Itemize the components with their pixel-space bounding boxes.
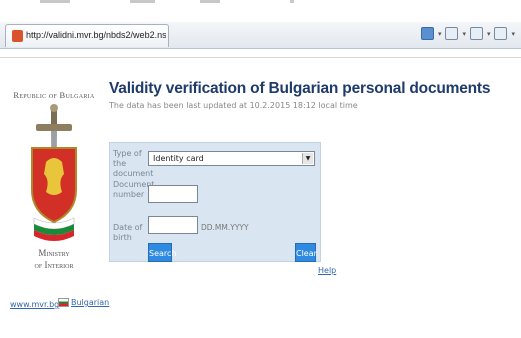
republic-label: Republic of Bulgaria (13, 90, 95, 100)
print-icon[interactable] (494, 27, 508, 40)
coat-of-arms-icon (31, 104, 77, 241)
dob-format-hint: DD.MM.YYYY (201, 223, 249, 232)
menu-fragment (200, 0, 220, 3)
dropdown-arrow-icon[interactable]: ▾ (487, 30, 491, 38)
browser-tab[interactable]: http://validni.mvr.bg/nbds2/web2.nsf/fEn… (5, 24, 169, 47)
doc-type-value: Identity card (153, 154, 204, 163)
language-switch[interactable]: Bulgarian (58, 298, 109, 307)
language-label: Bulgarian (71, 298, 110, 307)
search-button[interactable]: Search (148, 243, 176, 262)
divider (0, 57, 521, 58)
dob-input[interactable] (148, 216, 198, 234)
ministry-line-1: Ministry (38, 248, 70, 258)
mail-icon[interactable] (469, 27, 483, 40)
doc-type-select[interactable]: Identity card ▼ (148, 151, 315, 166)
bulgarian-flag-icon (58, 298, 69, 307)
menu-fragment (290, 0, 294, 3)
dropdown-arrow-icon[interactable]: ▾ (511, 30, 515, 38)
verification-form: Type of the document Identity card ▼ Doc… (109, 142, 321, 262)
menu-fragment (40, 0, 70, 3)
home-icon[interactable] (420, 27, 434, 40)
browser-command-bar: ▾ ▾ ▾ ▾ (420, 27, 515, 40)
tab-title: http://validni.mvr.bg/nbds2/web2.nsf/fEn… (26, 30, 166, 40)
doc-number-label: Document number (113, 180, 155, 199)
chevron-down-icon[interactable]: ▼ (302, 153, 313, 164)
mvr-site-link[interactable]: www.mvr.bg (10, 300, 59, 309)
ministry-label: Ministry of Interior (8, 247, 100, 271)
page-favicon-icon (12, 30, 23, 42)
menu-fragment (130, 0, 155, 3)
last-updated-text: The data has been last updated at 10.2.2… (109, 101, 358, 110)
clear-button[interactable]: Clear (295, 243, 317, 262)
window-top-strip (0, 0, 521, 22)
browser-tab-bar: http://validni.mvr.bg/nbds2/web2.nsf/fEn… (0, 22, 521, 49)
dropdown-arrow-icon[interactable]: ▾ (462, 30, 466, 38)
ministry-line-2: of Interior (34, 260, 74, 270)
doc-type-label: Type of the document (113, 149, 154, 178)
feeds-icon[interactable] (445, 27, 459, 40)
doc-number-input[interactable] (148, 185, 198, 203)
dob-label: Date of birth (113, 223, 143, 242)
dropdown-arrow-icon[interactable]: ▾ (438, 30, 442, 38)
help-link[interactable]: Help (318, 266, 336, 275)
page-title: Validity verification of Bulgarian perso… (109, 80, 491, 97)
